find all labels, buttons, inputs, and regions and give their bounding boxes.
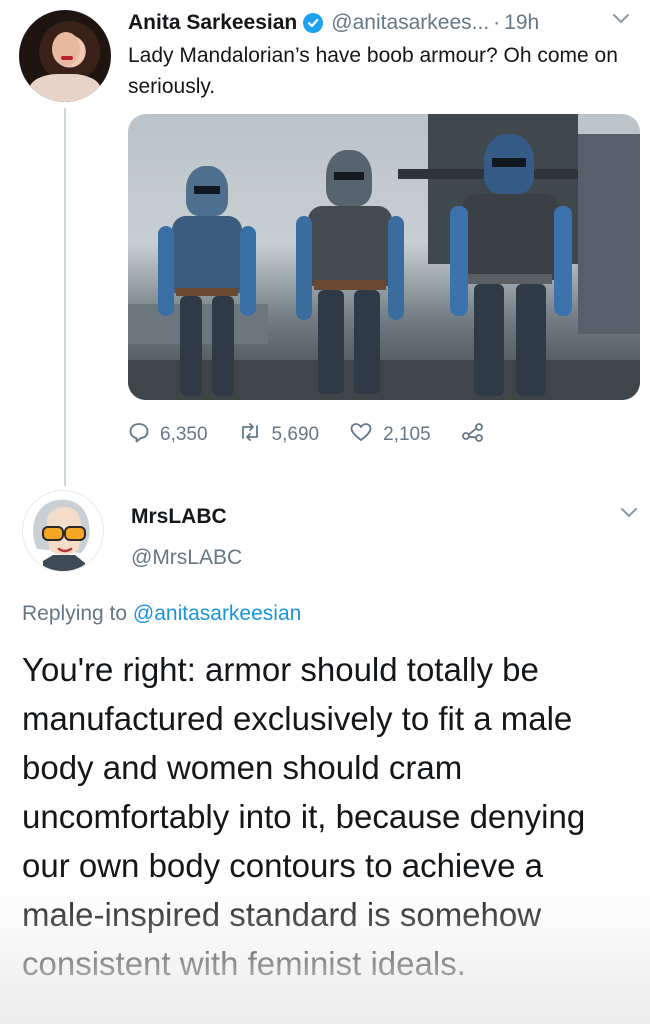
retweet-button[interactable]: 5,690 [238,421,320,449]
original-tweet[interactable]: Anita Sarkeesian @anitasarkees... · 19h … [0,0,650,486]
chevron-down-icon[interactable] [612,12,630,30]
like-button[interactable]: 2,105 [349,421,431,449]
retweet-arrows-icon [238,421,272,449]
heart-icon [349,421,383,449]
reply-text: You're right: armor should totally be ma… [22,651,586,982]
share-nodes-icon [461,421,495,449]
separator-dot: · [493,11,501,34]
replying-prefix: Replying to [22,602,128,625]
tweet-actions: 6,350 5,690 2,105 [128,420,588,450]
tweet-text: Lady Mandalorian’s have boob armour? Oh … [128,44,618,98]
thread-line [64,108,66,486]
like-count: 2,105 [383,424,431,445]
replying-to-line: Replying to @anitasarkeesian [22,602,301,626]
tweet-header: Anita Sarkeesian @anitasarkees... · 19h [128,8,638,38]
reply-author-handle[interactable]: @MrsLABC [131,546,242,570]
author-handle[interactable]: @anitasarkees... [331,11,489,35]
reply-author-name[interactable]: MrsLABC [131,505,227,529]
share-button[interactable] [461,421,495,449]
reply-author-avatar[interactable] [22,490,104,572]
tweet-time[interactable]: 19h [504,11,539,35]
author-avatar[interactable] [19,10,111,102]
chevron-down-icon[interactable] [620,506,638,524]
speech-bubble-icon [128,421,160,449]
replying-to-mention[interactable]: @anitasarkeesian [133,602,301,625]
author-name[interactable]: Anita Sarkeesian [128,11,297,35]
tweet-image[interactable] [128,114,640,400]
reply-button[interactable]: 6,350 [128,421,208,449]
retweet-count: 5,690 [271,424,320,445]
reply-count: 6,350 [160,424,208,445]
verified-check-icon [303,13,324,33]
